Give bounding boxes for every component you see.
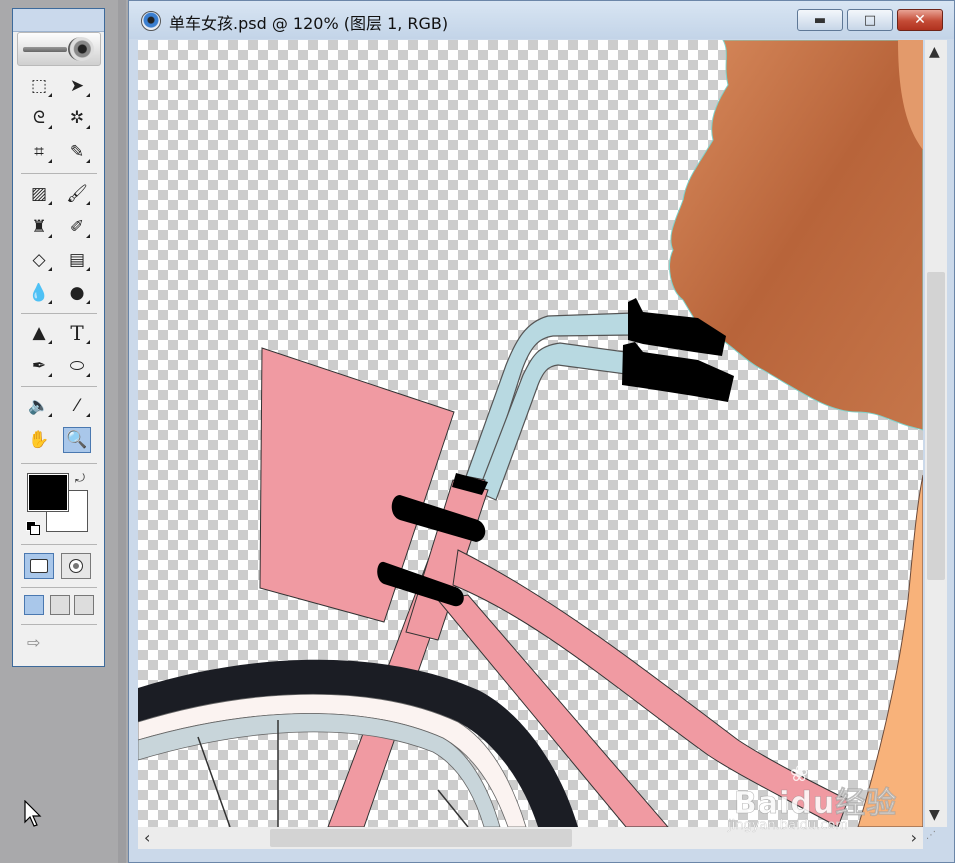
photoshop-logo[interactable] xyxy=(17,32,101,66)
resize-grip-icon[interactable]: ⋰ xyxy=(926,830,946,848)
close-button[interactable]: ✕ xyxy=(897,9,943,31)
dodge-tool-icon[interactable]: ● xyxy=(63,280,91,306)
move-tool-icon[interactable]: ➤ xyxy=(63,73,91,99)
swap-colors-icon[interactable]: ⤾ xyxy=(75,471,85,486)
blur-tool-icon[interactable]: 💧 xyxy=(25,280,53,306)
horizontal-scroll-thumb[interactable] xyxy=(270,829,572,847)
maximize-button[interactable]: □ xyxy=(847,9,893,31)
horizontal-scrollbar[interactable]: ‹ › xyxy=(138,827,923,849)
bicycle-girl-artwork xyxy=(138,40,923,827)
zoom-tool-icon[interactable]: 🔍 xyxy=(63,427,91,453)
full-screen-menu-mode-button[interactable] xyxy=(50,595,70,615)
toolbox-separator xyxy=(21,624,97,625)
standard-screen-mode-button[interactable] xyxy=(24,595,44,615)
history-brush-tool-icon[interactable]: ✐ xyxy=(63,214,91,240)
scroll-down-arrow-icon[interactable]: ▼ xyxy=(929,807,940,823)
spoke xyxy=(197,736,231,827)
full-screen-mode-button[interactable] xyxy=(74,595,94,615)
dress-shape xyxy=(857,474,923,827)
scroll-right-arrow-icon[interactable]: › xyxy=(911,828,917,847)
crop-tool-icon[interactable]: ⌗ xyxy=(25,139,53,165)
jump-to-imageready-button[interactable]: ⇨ xyxy=(27,633,93,657)
document-window: 单车女孩.psd @ 120% (图层 1, RGB) ▬ □ ✕ ▲ ▼ ‹ … xyxy=(128,0,955,863)
toolbox-separator xyxy=(21,313,97,314)
maximize-icon: □ xyxy=(863,12,877,28)
default-colors-icon-back xyxy=(30,525,40,535)
pen-tool-icon[interactable]: ✒ xyxy=(25,353,53,379)
close-icon: ✕ xyxy=(914,12,926,28)
brush-tool-icon[interactable]: 🖌 xyxy=(63,181,91,207)
marquee-tool-icon[interactable]: ⬚ xyxy=(25,73,53,99)
eye-graphic xyxy=(68,37,94,61)
key-graphic xyxy=(23,47,67,52)
type-tool-icon[interactable]: T xyxy=(63,320,91,346)
ellipse-tool-icon[interactable]: ⬭ xyxy=(63,353,91,379)
document-title: 单车女孩.psd @ 120% (图层 1, RGB) xyxy=(169,14,449,33)
mouse-cursor-icon xyxy=(24,800,42,827)
vertical-scroll-thumb[interactable] xyxy=(927,272,945,580)
minimize-icon: ▬ xyxy=(813,12,827,28)
standard-mode-button[interactable] xyxy=(24,553,54,579)
photoshop-document-icon xyxy=(141,11,161,31)
magic-wand-tool-icon[interactable]: ✲ xyxy=(63,105,91,131)
path-selection-tool-icon[interactable]: ▲ xyxy=(25,320,53,346)
lasso-tool-icon[interactable]: ᘓ xyxy=(25,105,53,131)
toolbox-separator xyxy=(21,463,97,464)
toolbox-header[interactable] xyxy=(13,9,104,32)
notes-tool-icon[interactable]: 🔈 xyxy=(25,393,53,419)
quick-mask-mode-button[interactable] xyxy=(61,553,91,579)
toolbox-separator xyxy=(21,386,97,387)
healing-brush-tool-icon[interactable]: ▨ xyxy=(25,181,53,207)
gradient-tool-icon[interactable]: ▤ xyxy=(63,247,91,273)
toolbox-panel: ⬚ ➤ ᘓ ✲ ⌗ ✎ ▨ 🖌 ♜ ✐ ◇ ▤ 💧 ● ▲ T ✒ ⬭ 🔈 ⁄ … xyxy=(12,8,105,667)
vertical-scrollbar[interactable]: ▲ ▼ xyxy=(925,40,947,827)
minimize-button[interactable]: ▬ xyxy=(797,9,843,31)
toolbox-separator xyxy=(21,544,97,545)
image-canvas[interactable] xyxy=(138,40,923,827)
document-titlebar[interactable]: 单车女孩.psd @ 120% (图层 1, RGB) ▬ □ ✕ xyxy=(129,1,954,39)
clone-stamp-tool-icon[interactable]: ♜ xyxy=(25,214,53,240)
scroll-left-arrow-icon[interactable]: ‹ xyxy=(144,828,150,847)
scroll-up-arrow-icon[interactable]: ▲ xyxy=(929,44,940,60)
toolbox-separator xyxy=(21,173,97,174)
workspace-divider xyxy=(118,0,126,863)
foreground-color-swatch[interactable] xyxy=(27,473,69,512)
hand-tool-icon[interactable]: ✋ xyxy=(25,427,53,453)
slice-tool-icon[interactable]: ✎ xyxy=(63,139,91,165)
toolbox-separator xyxy=(21,587,97,588)
spoke xyxy=(437,789,469,827)
eraser-tool-icon[interactable]: ◇ xyxy=(25,247,53,273)
eyedropper-tool-icon[interactable]: ⁄ xyxy=(63,393,91,419)
jump-to-icon: ⇨ xyxy=(27,633,43,652)
